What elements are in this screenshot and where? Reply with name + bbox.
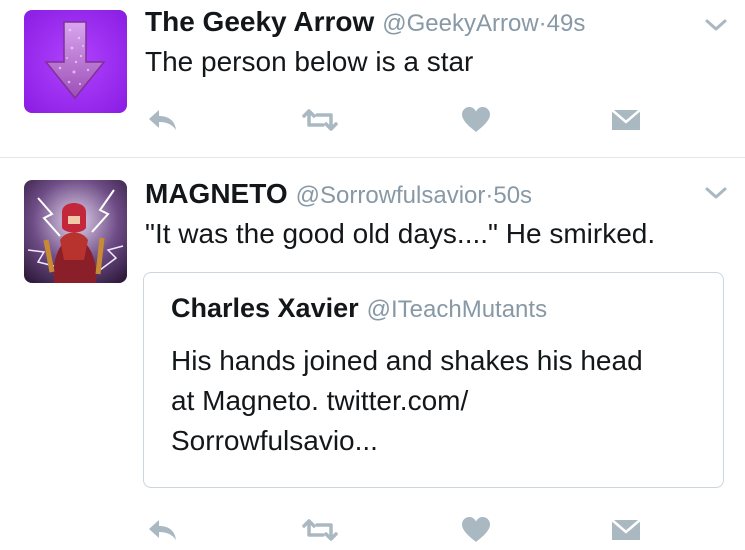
tweet-geeky-arrow[interactable]: The Geeky Arrow @GeekyArrow·49s The perso… (0, 0, 745, 158)
heart-icon (462, 517, 490, 542)
direct-message-icon (611, 519, 641, 540)
tweet-actions (0, 100, 745, 140)
reply-icon (149, 110, 176, 130)
tweet-text: "It was the good old days...." He smirke… (145, 218, 656, 249)
magneto-avatar[interactable] (24, 180, 127, 283)
quoted-text-line: at Magneto. twitter.com/ (171, 385, 469, 416)
retweet-button[interactable] (300, 510, 340, 550)
tweet-actions (0, 510, 745, 550)
quoted-tweet-header: Charles Xavier @ITeachMutants (171, 293, 547, 324)
tweet-magneto[interactable]: MAGNETO @Sorrowfulsavior·50s "It was the … (0, 158, 745, 550)
retweet-button[interactable] (300, 100, 340, 140)
quoted-tweet[interactable]: Charles Xavier @ITeachMutants His hands j… (143, 272, 724, 488)
direct-message-button[interactable] (609, 100, 643, 140)
tweet-header: MAGNETO @Sorrowfulsavior·50s (145, 178, 532, 210)
reply-button[interactable] (146, 510, 180, 550)
chevron-down-icon[interactable] (703, 16, 729, 34)
quoted-text-line: Sorrowfulsavio... (171, 425, 378, 456)
tweet-text: The person below is a star (145, 46, 474, 77)
display-name[interactable]: MAGNETO (145, 178, 288, 209)
purple-arrow-avatar[interactable] (24, 10, 127, 113)
retweet-icon (302, 519, 338, 541)
user-handle[interactable]: @Sorrowfulsavior (296, 182, 486, 209)
quoted-display-name: Charles Xavier (171, 293, 359, 323)
quoted-user-handle: @ITeachMutants (366, 296, 548, 323)
retweet-icon (302, 109, 338, 131)
heart-icon (462, 107, 490, 132)
tweet-header: The Geeky Arrow @GeekyArrow·49s (145, 6, 585, 38)
quoted-text-line: His hands joined and shakes his head (171, 345, 643, 376)
direct-message-button[interactable] (609, 510, 643, 550)
like-button[interactable] (458, 100, 494, 140)
timestamp[interactable]: 50s (493, 182, 532, 209)
direct-message-icon (611, 109, 641, 130)
quoted-tweet-text: His hands joined and shakes his head at … (171, 341, 643, 461)
reply-button[interactable] (146, 100, 180, 140)
like-button[interactable] (458, 510, 494, 550)
display-name[interactable]: The Geeky Arrow (145, 6, 374, 37)
user-handle[interactable]: @GeekyArrow (382, 10, 538, 37)
reply-icon (149, 520, 176, 540)
chevron-down-icon[interactable] (703, 184, 729, 202)
separator: · (538, 10, 547, 37)
timestamp[interactable]: 49s (547, 10, 586, 37)
